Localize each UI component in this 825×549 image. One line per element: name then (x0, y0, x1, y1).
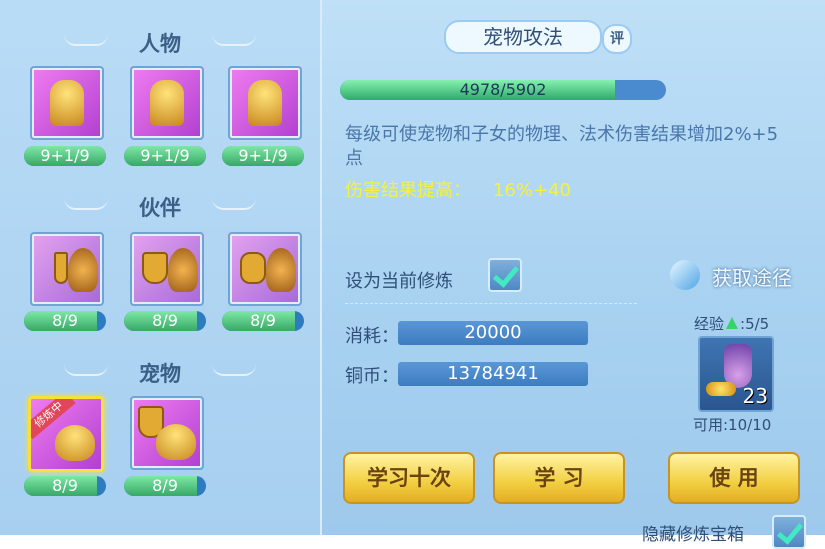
skill-card-sword-tiger[interactable] (30, 232, 104, 306)
cultivation-window: 人物 9+1/9 9+1/9 9+1/9 伙伴 8/9 8/9 8/9 宠物 修… (0, 0, 825, 549)
exp-indicator: 经验 :5/5 (694, 313, 769, 334)
shield-icon (142, 252, 168, 284)
level-pill: 9+1/9 (24, 146, 106, 166)
set-current-label: 设为当前修炼 (345, 271, 453, 292)
warrior-figure-icon (248, 80, 282, 126)
obtain-source-link[interactable]: 获取途径 (712, 262, 792, 291)
level-pill: 9+1/9 (124, 146, 206, 166)
skill-card-meditating-figure[interactable] (30, 66, 104, 140)
exp-label: 经验 (694, 315, 725, 333)
panel-divider (320, 0, 322, 535)
level-pill: 8/9 (124, 311, 206, 331)
comment-button[interactable]: 评 (602, 24, 632, 54)
section-title-pet: 宠物 (139, 362, 181, 386)
skill-description: 每级可使宠物和子女的物理、法术伤害结果增加2%+5点 (345, 124, 779, 169)
item-count: 23 (742, 384, 768, 408)
skill-progress-bar: 4978/5902 (340, 80, 666, 100)
treasure-item-slot[interactable]: 23 (698, 336, 774, 412)
skill-card-sword-cat[interactable]: 修炼中 (28, 396, 104, 472)
cost-value: 20000 (398, 321, 588, 345)
set-current-checkbox[interactable] (488, 258, 522, 292)
effect-label: 伤害结果提高： (345, 180, 471, 201)
cat-icon (156, 424, 196, 460)
skill-card-warrior-figure[interactable] (228, 66, 302, 140)
section-title-partner: 伙伴 (139, 196, 181, 220)
learn-button[interactable]: 学 习 (493, 452, 625, 504)
skill-card-gauntlet-tiger[interactable] (228, 232, 302, 306)
hide-treasure-checkbox[interactable] (772, 515, 806, 549)
coins-label: 铜币： (345, 366, 399, 387)
effect-value: 16%+40 (493, 180, 571, 201)
scroll-icon[interactable] (670, 260, 700, 290)
cat-icon (55, 425, 95, 461)
use-button[interactable]: 使 用 (668, 452, 800, 504)
meditating-figure-icon (50, 80, 84, 126)
gauntlet-icon (240, 252, 266, 284)
skill-title: 宠物攻法 (444, 20, 602, 54)
skill-card-shield-tiger[interactable] (130, 232, 204, 306)
divider-line (345, 303, 637, 304)
level-pill: 8/9 (24, 311, 106, 331)
effect-line: 伤害结果提高： 16%+40 (345, 176, 571, 202)
progress-text: 4978/5902 (459, 80, 547, 99)
section-title-character: 人物 (139, 32, 181, 56)
hide-treasure-label: 隐藏修炼宝箱 (642, 525, 744, 545)
learn-ten-button[interactable]: 学习十次 (343, 452, 475, 504)
gold-coins-icon (706, 382, 736, 396)
exp-value: :5/5 (740, 315, 770, 333)
level-pill: 8/9 (24, 476, 106, 496)
sword-icon (54, 252, 68, 284)
level-pill: 9+1/9 (222, 146, 304, 166)
available-count: 可用:10/10 (693, 416, 772, 434)
skill-card-shield-figure[interactable] (130, 66, 204, 140)
coins-value: 13784941 (398, 362, 588, 386)
level-pill: 8/9 (124, 476, 206, 496)
tiger-icon (68, 248, 98, 292)
tiger-icon (168, 248, 198, 292)
cost-label: 消耗： (345, 326, 399, 347)
skill-card-shield-cat[interactable] (130, 396, 204, 470)
tiger-icon (266, 248, 296, 292)
shield-figure-icon (150, 80, 184, 126)
level-pill: 8/9 (222, 311, 304, 331)
arrow-up-icon (726, 317, 739, 329)
